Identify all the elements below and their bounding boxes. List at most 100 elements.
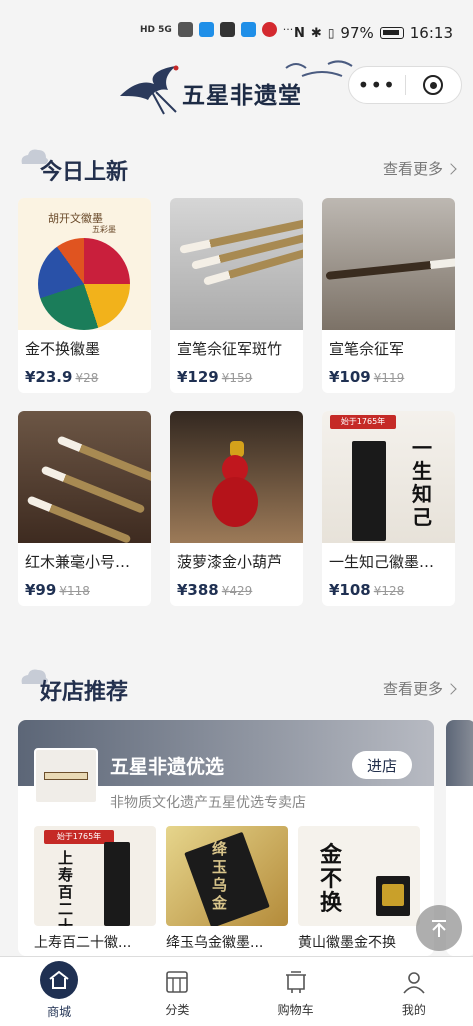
ink-stick-title: 一生知己 — [412, 436, 432, 529]
shop-name: 五星非遗优选 — [110, 756, 225, 778]
clock: 16:13 — [409, 24, 453, 42]
ink-sticks-graphic — [38, 238, 130, 330]
product-price: ¥108 — [329, 581, 371, 599]
product-card[interactable]: 宣笔佘征军 ¥109 ¥119 — [322, 198, 455, 393]
battery-icon — [379, 27, 404, 39]
tab-label: 分类 — [165, 1003, 190, 1017]
product-image — [18, 411, 151, 543]
product-price: ¥109 — [329, 368, 371, 386]
view-more-link[interactable]: 查看更多 — [382, 678, 457, 699]
price-row: ¥388 ¥429 — [170, 572, 303, 599]
brush-graphic — [179, 216, 303, 254]
tab-label: 我的 — [401, 1003, 426, 1017]
section-header-shops: 好店推荐 查看更多 — [0, 666, 473, 706]
home-icon — [40, 961, 79, 999]
view-more-link[interactable]: 查看更多 — [382, 158, 457, 179]
enter-shop-button[interactable]: 进店 — [352, 751, 412, 779]
bluetooth-icon: ✱ — [310, 25, 322, 41]
section-title: 好店推荐 — [40, 680, 129, 705]
product-name: 宣笔佘征军 — [329, 340, 405, 358]
original-price: ¥28 — [75, 371, 99, 385]
tab-category[interactable]: 分类 — [118, 957, 236, 1026]
user-icon — [399, 967, 429, 997]
shop-item-image: 绛玉乌金 — [166, 826, 288, 926]
battery-percent: 97% — [340, 24, 374, 42]
product-name: 宣笔佘征军斑竹 — [177, 340, 283, 358]
shop-item-name: 绛玉乌金徽墨... — [166, 935, 264, 951]
product-card[interactable]: 宣笔佘征军斑竹 ¥129 ¥159 — [170, 198, 303, 393]
product-grid: 胡开文徽墨 五彩墨 金不换徽墨 ¥23.9 ¥28 宣笔佘征军斑竹 ¥129 ¥… — [18, 198, 455, 606]
product-image: 胡开文徽墨 五彩墨 — [18, 198, 151, 330]
product-card[interactable]: 胡开文徽墨 五彩墨 金不换徽墨 ¥23.9 ¥28 — [18, 198, 151, 393]
view-more-label: 查看更多 — [382, 680, 443, 698]
chevron-right-icon — [445, 682, 457, 695]
product-name: 一生知己徽墨胡... — [329, 553, 449, 571]
product-card[interactable]: 始于1765年 一生知己 一生知己徽墨胡... ¥108 ¥128 — [322, 411, 455, 606]
nfc-icon: N — [294, 25, 305, 41]
original-price: ¥159 — [221, 371, 253, 385]
ink-stick-graphic — [352, 441, 386, 541]
close-button[interactable] — [405, 75, 461, 95]
shop-item-list: 始于1765年 上寿百二十 上寿百二十徽... 绛玉乌金 绛玉乌金徽墨... 金… — [34, 826, 420, 952]
price-row: ¥108 ¥128 — [322, 572, 455, 599]
app-notification-icon — [261, 22, 277, 37]
shop-item-image: 金不换 — [298, 826, 420, 926]
view-more-label: 查看更多 — [382, 160, 443, 178]
product-price: ¥99 — [25, 581, 57, 599]
shop-banner — [446, 720, 473, 786]
chevron-right-icon — [445, 162, 457, 175]
product-card[interactable]: 菠萝漆金小葫芦 ¥388 ¥429 — [170, 411, 303, 606]
app-notification-icon — [219, 22, 235, 37]
original-price: ¥429 — [221, 584, 253, 598]
image-subcaption: 五彩墨 — [92, 225, 116, 234]
scroll-to-top-button[interactable] — [416, 905, 462, 951]
product-name: 金不换徽墨 — [25, 340, 101, 358]
brush-graphic — [325, 256, 455, 280]
tab-home[interactable]: 商城 — [0, 957, 118, 1026]
product-name: 红木兼毫小号宣... — [25, 553, 145, 571]
product-image — [170, 198, 303, 330]
more-menu-button[interactable]: ••• — [349, 73, 405, 97]
ink-stick-title: 绛玉乌金 — [212, 840, 228, 912]
app-notification-icon — [240, 22, 256, 37]
shop-description: 非物质文化遗产五星优选专卖店 — [110, 795, 306, 811]
product-image — [322, 198, 455, 330]
shop-item[interactable]: 绛玉乌金 绛玉乌金徽墨... — [166, 826, 288, 952]
price-row: ¥129 ¥159 — [170, 359, 303, 386]
close-ring-icon — [423, 75, 444, 95]
signal-indicator: HD 5G — [140, 24, 172, 35]
tab-cart[interactable]: 购物车 — [237, 957, 355, 1026]
section-header-new: 今日上新 查看更多 — [0, 146, 473, 186]
ink-stick-title: 上寿百二十 — [58, 849, 74, 927]
product-price: ¥129 — [177, 368, 219, 386]
gold-seal-graphic — [382, 884, 404, 906]
shop-item-name: 黄山徽墨金不换 — [298, 935, 396, 951]
price-row: ¥99 ¥118 — [18, 572, 151, 599]
price-row: ¥23.9 ¥28 — [18, 359, 151, 386]
product-image — [170, 411, 303, 543]
product-image: 始于1765年 一生知己 — [322, 411, 455, 543]
tab-mine[interactable]: 我的 — [355, 957, 473, 1026]
shop-item[interactable]: 始于1765年 上寿百二十 上寿百二十徽... — [34, 826, 156, 952]
gourd-graphic — [212, 477, 258, 527]
shop-item[interactable]: 金不换 黄山徽墨金不换 — [298, 826, 420, 952]
cart-icon — [281, 967, 311, 997]
app-notification-icon — [198, 22, 214, 37]
shop-item-name: 上寿百二十徽... — [34, 935, 132, 951]
category-icon — [162, 967, 192, 997]
bottom-tab-bar: 商城 分类 购物车 我的 — [0, 956, 473, 1026]
ink-stick-graphic — [104, 842, 130, 926]
more-notifications: ··· — [282, 23, 294, 36]
product-price: ¥23.9 — [25, 368, 73, 386]
product-name: 菠萝漆金小葫芦 — [177, 553, 283, 571]
status-bar: HD 5G ··· N ✱ ▯ 97% 16:13 — [0, 0, 473, 56]
shop-card[interactable]: 五星非遗优选 进店 非物质文化遗产五星优选专卖店 始于1765年 上寿百二十 上… — [18, 720, 434, 956]
brand-label: 始于1765年 — [330, 415, 396, 429]
shop-item-image: 始于1765年 上寿百二十 — [34, 826, 156, 926]
tab-label: 商城 — [47, 1005, 72, 1019]
arrow-up-icon — [432, 920, 446, 937]
original-price: ¥118 — [59, 584, 90, 598]
product-card[interactable]: 红木兼毫小号宣... ¥99 ¥118 — [18, 411, 151, 606]
status-icons-right: N ✱ ▯ 97% 16:13 — [294, 24, 453, 42]
tab-label: 购物车 — [277, 1003, 314, 1017]
